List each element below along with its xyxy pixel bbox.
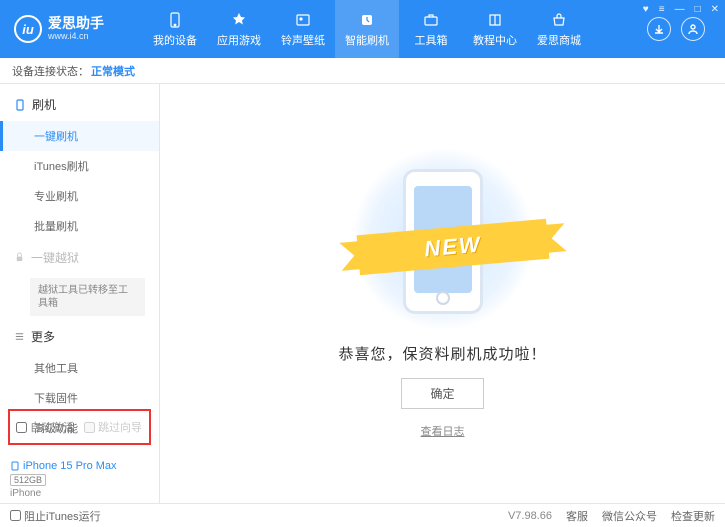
user-button[interactable] bbox=[681, 17, 705, 41]
nav-toolbox[interactable]: 工具箱 bbox=[399, 0, 463, 58]
lock-icon bbox=[14, 252, 25, 263]
menu-icon[interactable]: ≡ bbox=[659, 4, 665, 15]
phone-icon bbox=[14, 99, 26, 111]
jailbreak-notice: 越狱工具已转移至工具箱 bbox=[30, 278, 145, 316]
toolbox-icon bbox=[422, 11, 440, 29]
phone-icon bbox=[10, 461, 20, 471]
brand-logo: iu 爱思助手 www.i4.cn bbox=[8, 15, 143, 43]
device-type: iPhone bbox=[10, 488, 149, 499]
nav-ringtone[interactable]: 铃声壁纸 bbox=[271, 0, 335, 58]
device-name[interactable]: iPhone 15 Pro Max bbox=[10, 460, 149, 472]
footer-bar: 阻止iTunes运行 V7.98.66 客服 微信公众号 检查更新 bbox=[0, 503, 725, 527]
minimize-icon[interactable]: — bbox=[675, 4, 685, 15]
sidebar-section-flash[interactable]: 刷机 bbox=[0, 88, 159, 121]
nav-label: 我的设备 bbox=[153, 32, 197, 48]
footer-link-wechat[interactable]: 微信公众号 bbox=[602, 508, 657, 524]
download-button[interactable] bbox=[647, 17, 671, 41]
nav-store[interactable]: 爱思商城 bbox=[527, 0, 591, 58]
auto-activate-checkbox[interactable]: 自动激活 bbox=[16, 419, 74, 435]
success-message: 恭喜您，保资料刷机成功啦！ bbox=[338, 343, 546, 364]
block-itunes-checkbox[interactable]: 阻止iTunes运行 bbox=[10, 508, 101, 524]
skip-guide-checkbox[interactable]: 跳过向导 bbox=[84, 419, 142, 435]
ok-button[interactable]: 确定 bbox=[401, 378, 483, 409]
main-content: NEW 恭喜您，保资料刷机成功啦！ 确定 查看日志 bbox=[160, 84, 725, 503]
nav-tutorial[interactable]: 教程中心 bbox=[463, 0, 527, 58]
close-icon[interactable]: ✕ bbox=[711, 4, 719, 15]
flash-icon bbox=[358, 11, 376, 29]
sidebar: 刷机 一键刷机 iTunes刷机 专业刷机 批量刷机 一键越狱 越狱工具已转移至… bbox=[0, 84, 160, 503]
app-icon bbox=[230, 11, 248, 29]
maximize-icon[interactable]: □ bbox=[695, 4, 701, 15]
sidebar-item-batch-flash[interactable]: 批量刷机 bbox=[0, 211, 159, 241]
footer-link-support[interactable]: 客服 bbox=[566, 508, 588, 524]
sidebar-item-itunes-flash[interactable]: iTunes刷机 bbox=[0, 151, 159, 181]
status-bar: 设备连接状态： 正常模式 bbox=[0, 58, 725, 84]
brand-subtitle: www.i4.cn bbox=[48, 32, 104, 42]
sidebar-item-pro-flash[interactable]: 专业刷机 bbox=[0, 181, 159, 211]
nav-apps[interactable]: 应用游戏 bbox=[207, 0, 271, 58]
nav-flash[interactable]: 智能刷机 bbox=[335, 0, 399, 58]
nav-label: 智能刷机 bbox=[345, 32, 389, 48]
nav-label: 工具箱 bbox=[415, 32, 448, 48]
highlighted-options: 自动激活 跳过向导 bbox=[8, 409, 151, 445]
sidebar-section-jailbreak: 一键越狱 bbox=[0, 241, 159, 274]
sync-icon[interactable]: ♥ bbox=[643, 4, 649, 15]
title-bar: ♥ ≡ — □ ✕ iu 爱思助手 www.i4.cn 我的设备 应用游戏 铃声… bbox=[0, 0, 725, 58]
nav-label: 教程中心 bbox=[473, 32, 517, 48]
book-icon bbox=[486, 11, 504, 29]
nav-label: 应用游戏 bbox=[217, 32, 261, 48]
success-illustration: NEW bbox=[348, 149, 538, 329]
version-label: V7.98.66 bbox=[508, 510, 552, 522]
brand-title: 爱思助手 bbox=[48, 16, 104, 31]
device-storage: 512GB bbox=[10, 474, 46, 486]
view-log-link[interactable]: 查看日志 bbox=[421, 423, 465, 439]
nav-my-device[interactable]: 我的设备 bbox=[143, 0, 207, 58]
phone-icon bbox=[166, 11, 184, 29]
device-info: iPhone 15 Pro Max 512GB iPhone bbox=[10, 460, 149, 499]
image-icon bbox=[294, 11, 312, 29]
store-icon bbox=[550, 11, 568, 29]
sidebar-item-oneclick-flash[interactable]: 一键刷机 bbox=[0, 121, 159, 151]
status-value: 正常模式 bbox=[91, 63, 135, 79]
sidebar-section-more[interactable]: 更多 bbox=[0, 320, 159, 353]
sidebar-item-other-tools[interactable]: 其他工具 bbox=[0, 353, 159, 383]
status-label: 设备连接状态： bbox=[12, 63, 89, 79]
footer-link-update[interactable]: 检查更新 bbox=[671, 508, 715, 524]
top-nav: 我的设备 应用游戏 铃声壁纸 智能刷机 工具箱 教程中心 爱思商城 bbox=[143, 0, 591, 58]
nav-label: 铃声壁纸 bbox=[281, 32, 325, 48]
logo-icon: iu bbox=[14, 15, 42, 43]
window-controls: ♥ ≡ — □ ✕ bbox=[643, 4, 719, 15]
list-icon bbox=[14, 331, 25, 342]
nav-label: 爱思商城 bbox=[537, 32, 581, 48]
